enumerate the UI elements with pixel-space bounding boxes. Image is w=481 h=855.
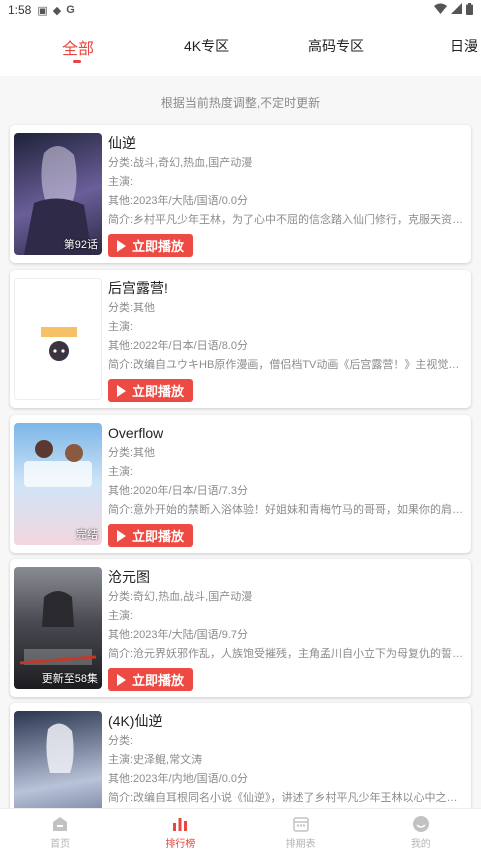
play-button[interactable]: 立即播放	[108, 668, 193, 691]
play-button[interactable]: 立即播放	[108, 234, 193, 257]
item-category: 分类:其他	[108, 447, 156, 459]
item-cast: 主演:	[108, 466, 134, 478]
home-icon	[53, 816, 68, 831]
item-intro: 简介:乡村平凡少年王林，为了心中不屈的信念踏入仙门修行，克服天资不足...	[108, 214, 468, 226]
notification-icon: ▣	[37, 4, 48, 17]
item-title: 沧元图	[108, 569, 150, 585]
item-title: Overflow	[108, 425, 164, 441]
item-cast: 主演:	[108, 610, 134, 622]
item-intro: 简介:改编自耳根同名小说《仙逆》，讲述了乡村平凡少年王林以心中之感动...	[108, 792, 468, 804]
nav-ranking-label: 排行榜	[165, 838, 196, 850]
item-other: 其他:2023年/大陆/国语/9.7分	[108, 629, 248, 641]
play-icon	[116, 529, 126, 542]
item-info: 沧元图 分类:奇幻,热血,战斗,国产动漫 主演: 其他:2023年/大陆/国语/…	[108, 567, 468, 663]
list-item[interactable]: 完结 Overflow 分类:其他 主演: 其他:2020年/日本/日语/7.3…	[10, 415, 471, 553]
calendar-icon	[292, 816, 309, 832]
item-other: 其他:2023年/内地/国语/0.0分	[108, 773, 248, 785]
item-info: (4K)仙逆 分类: 主演:史泽鲲,常文涛 其他:2023年/内地/国语/0.0…	[108, 711, 468, 807]
play-icon	[116, 673, 126, 686]
tab-japanese-anime[interactable]: 日漫	[450, 36, 478, 56]
battery-icon	[466, 2, 473, 18]
poster-image[interactable]	[14, 278, 102, 400]
item-other: 其他:2020年/日本/日语/7.3分	[108, 485, 248, 497]
item-category: 分类:战斗,奇幻,热血,国产动漫	[108, 157, 253, 169]
item-info: 后宫露营! 分类:其他 主演: 其他:2022年/日本/日语/8.0分 简介:改…	[108, 278, 468, 374]
play-label: 立即播放	[131, 384, 184, 399]
item-intro: 简介:沧元界妖邪作乱，人族饱受摧残，主角孟川自小立下为母复仇的誓言，...	[108, 648, 468, 660]
item-category: 分类:奇幻,热血,战斗,国产动漫	[108, 591, 253, 603]
list-item[interactable]: 更新至58集 沧元图 分类:奇幻,热血,战斗,国产动漫 主演: 其他:2023年…	[10, 559, 471, 697]
play-label: 立即播放	[131, 673, 184, 688]
tab-indicator	[73, 60, 81, 63]
nav-home[interactable]: 首页	[0, 809, 120, 855]
play-icon	[116, 384, 126, 397]
list-item[interactable]: 后宫露营! 分类:其他 主演: 其他:2022年/日本/日语/8.0分 简介:改…	[10, 270, 471, 408]
item-title: 后宫露营!	[108, 280, 168, 296]
item-other: 其他:2022年/日本/日语/8.0分	[108, 340, 248, 352]
status-bar: 1:58 ▣ ◆ G	[0, 0, 481, 20]
nav-ranking[interactable]: 排行榜	[120, 809, 240, 855]
play-button[interactable]: 立即播放	[108, 524, 193, 547]
tab-all[interactable]: 全部	[62, 35, 94, 59]
wifi-icon	[434, 3, 447, 17]
play-icon	[116, 239, 126, 252]
item-title: (4K)仙逆	[108, 713, 163, 729]
list-item[interactable]: 第92话 仙逆 分类:战斗,奇幻,热血,国产动漫 主演: 其他:2023年/大陆…	[10, 125, 471, 263]
item-info: Overflow 分类:其他 主演: 其他:2020年/日本/日语/7.3分 简…	[108, 423, 468, 519]
item-info: 仙逆 分类:战斗,奇幻,热血,国产动漫 主演: 其他:2023年/大陆/国语/0…	[108, 133, 468, 229]
google-icon: G	[66, 4, 75, 16]
nav-schedule-label: 排期表	[285, 838, 316, 850]
item-intro: 简介:意外开始的禁断入浴体验！好姐妹和青梅竹马的哥哥，如果你的肩膀也...	[108, 504, 468, 516]
play-button[interactable]: 立即播放	[108, 379, 193, 402]
nav-schedule[interactable]: 排期表	[241, 809, 361, 855]
bottom-navigation: 首页 排行榜 排期表 我的	[0, 808, 481, 855]
item-title: 仙逆	[108, 135, 136, 151]
android-icon: ◆	[52, 4, 62, 17]
signal-icon	[451, 3, 462, 17]
poster-image[interactable]: 更新至58集	[14, 567, 102, 689]
nav-profile[interactable]: 我的	[361, 809, 481, 855]
category-tabs: 全部 4K专区 高码专区 日漫	[0, 20, 481, 76]
item-cast: 主演:	[108, 321, 134, 333]
nav-profile-label: 我的	[410, 838, 431, 850]
item-category: 分类:其他	[108, 302, 156, 314]
item-category: 分类:	[108, 735, 134, 747]
ranking-icon	[173, 817, 188, 831]
item-cast: 主演:	[108, 176, 134, 188]
nav-home-label: 首页	[50, 838, 71, 850]
tab-4k[interactable]: 4K专区	[184, 36, 229, 56]
episode-badge: 第92话	[63, 239, 98, 251]
play-label: 立即播放	[131, 239, 184, 254]
tab-high-bitrate[interactable]: 高码专区	[308, 36, 364, 56]
status-badge: 完结	[76, 529, 98, 541]
poster-image[interactable]: 完结	[14, 423, 102, 545]
status-time: 1:58	[8, 3, 32, 17]
update-notice: 根据当前热度调整,不定时更新	[160, 96, 321, 110]
profile-icon	[412, 815, 429, 832]
item-cast: 主演:史泽鲲,常文涛	[108, 754, 203, 766]
episode-badge: 更新至58集	[41, 673, 98, 685]
item-other: 其他:2023年/大陆/国语/0.0分	[108, 195, 248, 207]
item-intro: 简介:改编自ユウキHB原作漫画，僧侣档TV动画《后宫露营！》主视觉图公...	[108, 359, 468, 371]
play-label: 立即播放	[131, 529, 184, 544]
poster-image[interactable]: 第92话	[14, 133, 102, 255]
